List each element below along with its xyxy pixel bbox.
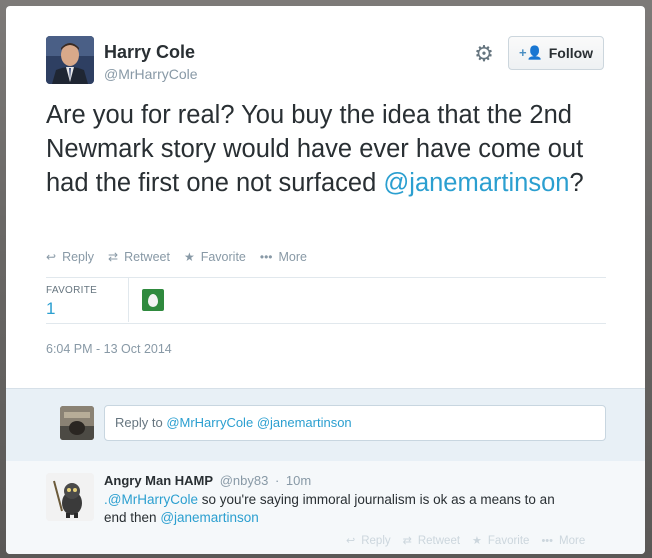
reply-reply-button[interactable]: ↩ Reply: [346, 534, 391, 548]
reply-label: Reply: [62, 250, 95, 264]
reply-mention-2: @janemartinson: [256, 415, 352, 430]
current-user-avatar: [60, 406, 94, 440]
reply-input[interactable]: Reply to @MrHarryCole @janemartinson: [104, 405, 606, 441]
retweet-icon: ⇄: [108, 250, 119, 264]
author-avatar[interactable]: [46, 36, 94, 84]
reply-more-label: More: [559, 534, 586, 547]
retweet-icon: ⇄: [402, 535, 412, 547]
add-user-icon: +👤: [518, 45, 543, 60]
reply-mention-end[interactable]: @janemartinson: [160, 510, 259, 525]
ellipsis-icon: •••: [259, 250, 273, 264]
tweet-actions: ↩ Reply ⇄ Retweet ★ Favorite ••• More: [46, 250, 307, 264]
reply-icon: ↩: [346, 535, 356, 547]
tweet-timestamp[interactable]: 6:04 PM - 13 Oct 2014: [46, 342, 172, 356]
reply-time[interactable]: 10m: [286, 473, 311, 488]
divider: [46, 323, 606, 324]
favorites-count[interactable]: 1: [46, 299, 55, 319]
author-handle[interactable]: @MrHarryCole: [104, 66, 198, 82]
follow-label: Follow: [548, 45, 594, 61]
more-button[interactable]: ••• More: [260, 250, 307, 264]
star-icon: ★: [472, 535, 482, 547]
follow-button[interactable]: +👤 Follow: [508, 36, 604, 70]
favorites-label: FAVORITE: [46, 285, 98, 296]
egg-icon: [148, 293, 158, 307]
ellipsis-icon: •••: [541, 534, 554, 547]
reply-favorite-button[interactable]: ★ Favorite: [472, 534, 530, 548]
tweet-card: Harry Cole @MrHarryCole ⚙ +👤 Follow Are …: [6, 6, 645, 554]
reply-more-button[interactable]: ••• More: [541, 534, 585, 547]
tweet-mention[interactable]: @janemartinson: [383, 169, 569, 197]
reply-text: .@MrHarryCole so you're saying immoral j…: [104, 491, 574, 527]
tweet-text: Are you for real? You buy the idea that …: [46, 98, 606, 200]
favoriter-avatar[interactable]: [142, 289, 164, 311]
more-label: More: [278, 250, 307, 264]
reply-header: Angry Man HAMP @nby83 · 10m: [104, 473, 311, 488]
reply-reply-label: Reply: [361, 534, 391, 547]
reply-icon: ↩: [46, 250, 57, 264]
reply-author-handle[interactable]: @nby83: [220, 473, 269, 488]
stats-separator: [128, 278, 129, 322]
reply-panel: Reply to @MrHarryCole @janemartinson: [6, 388, 645, 462]
tweet-trailing: ?: [569, 169, 584, 197]
gear-icon[interactable]: ⚙: [472, 42, 496, 66]
reply-retweet-button[interactable]: ⇄ Retweet: [402, 534, 461, 548]
reply-favorite-label: Favorite: [487, 534, 530, 547]
favorite-label: Favorite: [200, 250, 246, 264]
reply-tweet: Angry Man HAMP @nby83 · 10m .@MrHarryCol…: [6, 461, 645, 554]
favorite-button[interactable]: ★ Favorite: [184, 250, 246, 264]
divider: [46, 277, 606, 278]
reply-author-name[interactable]: Angry Man HAMP: [104, 473, 213, 488]
reply-mention-1: @MrHarryCole: [166, 415, 254, 430]
star-icon: ★: [183, 250, 195, 264]
author-name[interactable]: Harry Cole: [104, 42, 195, 63]
reply-button[interactable]: ↩ Reply: [46, 250, 94, 264]
retweet-label: Retweet: [124, 250, 170, 264]
reply-dot: ·: [274, 473, 280, 488]
reply-prefix: Reply to: [115, 415, 167, 430]
reply-actions: ↩ Reply ⇄ Retweet ★ Favorite ••• More: [346, 534, 585, 548]
reply-author-avatar[interactable]: [46, 473, 94, 521]
reply-retweet-label: Retweet: [417, 534, 461, 547]
reply-mention-start[interactable]: .@MrHarryCole: [104, 492, 198, 507]
retweet-button[interactable]: ⇄ Retweet: [108, 250, 170, 264]
